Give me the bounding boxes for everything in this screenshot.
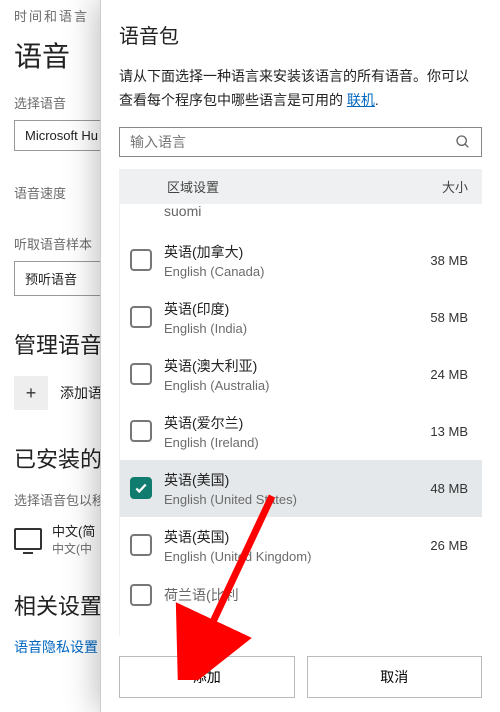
language-names: 英语(印度) English (India): [164, 299, 418, 336]
language-row[interactable]: 英语(美国) English (United States) 48 MB: [120, 460, 482, 517]
language-native: suomi: [164, 204, 456, 219]
language-row[interactable]: 英语(加拿大) English (Canada) 38 MB: [120, 232, 482, 289]
language-english: English (United States): [164, 492, 418, 507]
language-checkbox[interactable]: [130, 363, 152, 385]
language-english: English (Canada): [164, 264, 418, 279]
language-english: English (United Kingdom): [164, 549, 418, 564]
language-checkbox[interactable]: [130, 534, 152, 556]
language-row[interactable]: 荷兰语(比利: [120, 574, 482, 606]
installed-lang-line2: 中文(中: [52, 540, 95, 557]
language-checkbox[interactable]: [130, 420, 152, 442]
language-names: 英语(爱尔兰) English (Ireland): [164, 413, 418, 450]
language-names: 英语(英国) English (United Kingdom): [164, 527, 418, 564]
language-names: 荷兰语(比利: [164, 585, 456, 605]
language-english: English (Ireland): [164, 435, 418, 450]
language-native: 英语(爱尔兰): [164, 413, 418, 433]
monitor-icon: [14, 528, 42, 550]
language-search[interactable]: [119, 127, 482, 157]
language-size: 24 MB: [430, 367, 468, 382]
language-list[interactable]: suomi 英语(加拿大) English (Canada) 38 MB 英语(印度) E…: [119, 204, 482, 636]
dialog-description: 请从下面选择一种语言来安装该语言的所有语音。你可以查看每个程序包中哪些语言是可用…: [119, 65, 482, 113]
language-names: 英语(澳大利亚) English (Australia): [164, 356, 418, 393]
language-native: 英语(加拿大): [164, 242, 418, 262]
language-size: 13 MB: [430, 424, 468, 439]
language-row[interactable]: 英语(印度) English (India) 58 MB: [120, 289, 482, 346]
plus-icon: +: [26, 383, 37, 404]
installed-lang-line1: 中文(简: [52, 521, 95, 540]
language-checkbox[interactable]: [130, 584, 152, 606]
language-native: 荷兰语(比利: [164, 585, 456, 605]
language-size: 58 MB: [430, 310, 468, 325]
list-header: 区域设置 大小: [119, 169, 482, 204]
col-size: 大小: [442, 177, 468, 196]
language-row[interactable]: 英语(爱尔兰) English (Ireland) 13 MB: [120, 403, 482, 460]
language-names: suomi: [164, 204, 456, 219]
language-checkbox[interactable]: [130, 477, 152, 499]
language-native: 英语(美国): [164, 470, 418, 490]
language-english: English (India): [164, 321, 418, 336]
language-names: 英语(加拿大) English (Canada): [164, 242, 418, 279]
online-link[interactable]: 联机: [347, 92, 375, 108]
search-icon: [455, 134, 471, 150]
language-row[interactable]: 英语(澳大利亚) English (Australia) 24 MB: [120, 346, 482, 403]
language-native: 英语(英国): [164, 527, 418, 547]
add-voice-button[interactable]: +: [14, 376, 48, 410]
language-native: 英语(澳大利亚): [164, 356, 418, 376]
language-checkbox[interactable]: [130, 249, 152, 271]
language-row[interactable]: 英语(英国) English (United Kingdom) 26 MB: [120, 517, 482, 574]
language-checkbox[interactable]: [130, 306, 152, 328]
cancel-button[interactable]: 取消: [307, 656, 483, 698]
search-input[interactable]: [130, 134, 455, 150]
language-size: 48 MB: [430, 481, 468, 496]
breadcrumb-parent[interactable]: 时间和语言: [14, 9, 89, 24]
col-region: 区域设置: [167, 177, 442, 196]
dialog-title: 语音包: [119, 20, 482, 49]
add-button[interactable]: 添加: [119, 656, 295, 698]
add-voice-label: 添加语: [60, 383, 102, 403]
language-row[interactable]: suomi: [120, 204, 482, 232]
language-native: 英语(印度): [164, 299, 418, 319]
language-size: 38 MB: [430, 253, 468, 268]
language-english: English (Australia): [164, 378, 418, 393]
language-names: 英语(美国) English (United States): [164, 470, 418, 507]
voice-pack-dialog: 语音包 请从下面选择一种语言来安装该语言的所有语音。你可以查看每个程序包中哪些语…: [100, 0, 500, 712]
preview-button[interactable]: 预听语音: [14, 261, 104, 296]
language-size: 26 MB: [430, 538, 468, 553]
